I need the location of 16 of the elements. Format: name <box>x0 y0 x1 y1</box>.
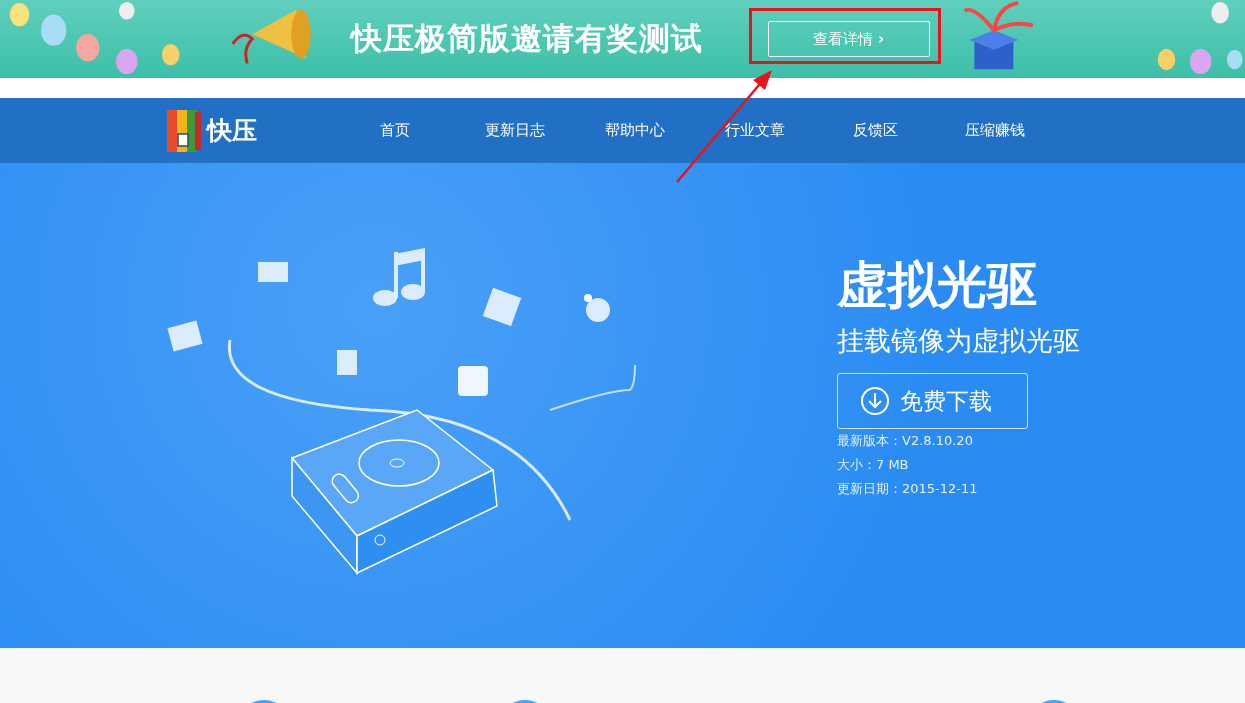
nav-link[interactable]: 首页 <box>335 121 455 140</box>
download-button[interactable]: 免费下载 <box>837 373 1028 429</box>
nav-link[interactable]: 行业文章 <box>695 121 815 140</box>
nav-link[interactable]: 更新日志 <box>455 121 575 140</box>
nav-link[interactable]: 帮助中心 <box>575 121 695 140</box>
version-info: 最新版本：V2.8.10.20 <box>837 432 973 450</box>
logo-icon <box>165 107 203 154</box>
hero-title: 虚拟光驱 <box>837 255 1037 315</box>
version-info: 大小：7 MB <box>837 456 909 474</box>
download-icon <box>860 386 890 416</box>
nav-link[interactable]: 反馈区 <box>815 121 935 140</box>
nav-link[interactable]: 压缩赚钱 <box>935 121 1055 140</box>
version-info: 更新日期：2015-12-11 <box>837 480 978 498</box>
logo-text: 快压 <box>207 115 257 147</box>
hero-subtitle: 挂载镜像为虚拟光驱 <box>837 324 1080 358</box>
banner-title: 快压极简版邀请有奖测试 <box>350 19 704 58</box>
